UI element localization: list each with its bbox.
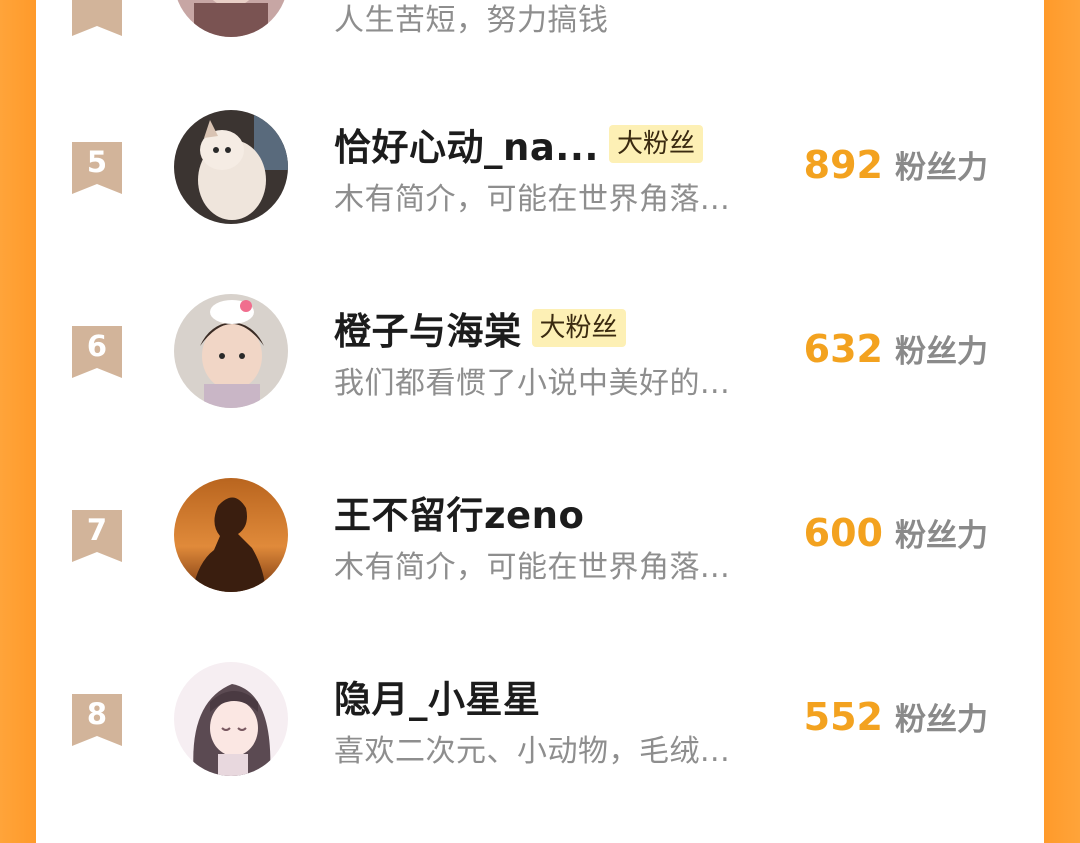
fan-score-unit: 粉丝力 xyxy=(895,518,988,554)
name-line: 隐月_小星星 xyxy=(334,671,541,721)
avatar[interactable] xyxy=(174,294,288,408)
avatar[interactable] xyxy=(174,662,288,776)
rank-badge: 6 xyxy=(72,326,122,378)
username[interactable]: 橙子与海棠 xyxy=(334,301,522,355)
rank-number: 8 xyxy=(86,697,108,731)
user-bio: 木有简介，可能在世界角落... xyxy=(334,550,731,585)
avatar[interactable] xyxy=(174,478,288,592)
avatar[interactable] xyxy=(174,0,288,37)
rank-number: 5 xyxy=(86,145,108,179)
rank-number: 7 xyxy=(86,513,108,547)
fan-ranking-list: 人生苦短，努力搞钱 5 恰好心动_na... 大粉丝 木有简介，可能在世界角落.… xyxy=(36,0,1044,843)
fan-score-value: 892 xyxy=(803,143,883,187)
list-item[interactable]: 7 王不留行zeno 木有简介，可能在世界角落... 600 粉丝力 xyxy=(36,456,1044,616)
orange-frame: 人生苦短，努力搞钱 5 恰好心动_na... 大粉丝 木有简介，可能在世界角落.… xyxy=(0,0,1080,843)
fan-score: 892 粉丝力 xyxy=(804,142,988,192)
anime-photo-icon xyxy=(174,662,288,776)
rank-number: 6 xyxy=(86,329,108,363)
rank-badge: 7 xyxy=(72,510,122,562)
user-bio: 木有简介，可能在世界角落... xyxy=(334,182,731,217)
username[interactable]: 恰好心动_na... xyxy=(334,117,599,171)
name-line: 橙子与海棠 大粉丝 xyxy=(334,303,626,353)
fan-score: 600 粉丝力 xyxy=(804,510,988,560)
name-line: 恰好心动_na... 大粉丝 xyxy=(334,119,703,169)
list-item[interactable]: 6 橙子与海棠 大粉丝 我们都看惯了小说中美好的... 632 粉丝力 xyxy=(36,272,1044,432)
fan-score-unit: 粉丝力 xyxy=(895,334,988,370)
user-bio: 喜欢二次元、小动物，毛绒... xyxy=(334,734,731,769)
list-item[interactable]: 5 恰好心动_na... 大粉丝 木有简介，可能在世界角落... 892 粉丝力 xyxy=(36,88,1044,248)
rank-badge xyxy=(72,0,122,36)
silhouette-photo-icon xyxy=(174,478,288,592)
fan-score-value: 600 xyxy=(803,511,883,555)
fan-score: 552 粉丝力 xyxy=(804,694,988,744)
child-photo-icon xyxy=(174,294,288,408)
avatar[interactable] xyxy=(174,110,288,224)
fan-score-value: 552 xyxy=(803,695,883,739)
fan-score-unit: 粉丝力 xyxy=(895,150,988,186)
name-line: 王不留行zeno xyxy=(334,487,584,537)
user-bio: 我们都看惯了小说中美好的... xyxy=(334,366,731,401)
fan-score-unit: 粉丝力 xyxy=(895,702,988,738)
avatar-photo-icon xyxy=(174,0,288,37)
rank-badge: 8 xyxy=(72,694,122,746)
rank-badge: 5 xyxy=(72,142,122,194)
fan-level-badge: 大粉丝 xyxy=(531,309,626,347)
fan-level-badge: 大粉丝 xyxy=(608,125,703,163)
username[interactable]: 隐月_小星星 xyxy=(334,669,541,723)
username[interactable]: 王不留行zeno xyxy=(334,485,584,539)
fan-score-value: 632 xyxy=(803,327,883,371)
list-item[interactable]: 人生苦短，努力搞钱 xyxy=(36,0,1044,65)
user-bio: 人生苦短，努力搞钱 xyxy=(334,3,609,38)
cat-photo-icon xyxy=(174,110,288,224)
list-item[interactable]: 8 隐月_小星星 喜欢二次元、小动物，毛绒... 552 粉丝力 xyxy=(36,640,1044,800)
fan-score: 632 粉丝力 xyxy=(804,326,988,376)
